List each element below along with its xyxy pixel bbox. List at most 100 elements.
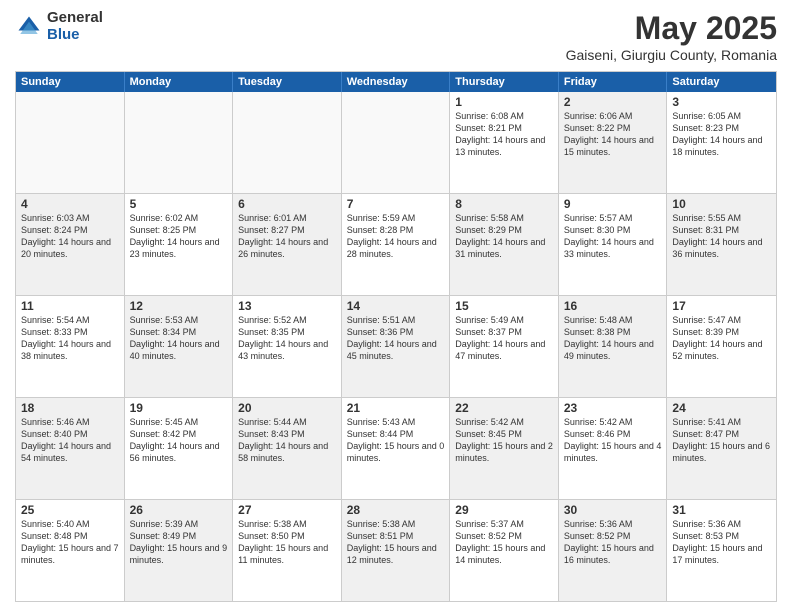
day-number: 26 <box>130 503 228 517</box>
cal-cell-empty-3 <box>342 92 451 193</box>
day-info: Sunrise: 6:08 AM Sunset: 8:21 PM Dayligh… <box>455 110 553 159</box>
cal-cell-28: 28Sunrise: 5:38 AM Sunset: 8:51 PM Dayli… <box>342 500 451 601</box>
day-number: 25 <box>21 503 119 517</box>
cal-cell-27: 27Sunrise: 5:38 AM Sunset: 8:50 PM Dayli… <box>233 500 342 601</box>
cal-cell-10: 10Sunrise: 5:55 AM Sunset: 8:31 PM Dayli… <box>667 194 776 295</box>
day-number: 28 <box>347 503 445 517</box>
cal-cell-19: 19Sunrise: 5:45 AM Sunset: 8:42 PM Dayli… <box>125 398 234 499</box>
week-row-2: 4Sunrise: 6:03 AM Sunset: 8:24 PM Daylig… <box>16 194 776 296</box>
day-number: 16 <box>564 299 662 313</box>
day-number: 10 <box>672 197 771 211</box>
day-info: Sunrise: 5:40 AM Sunset: 8:48 PM Dayligh… <box>21 518 119 567</box>
day-info: Sunrise: 5:42 AM Sunset: 8:46 PM Dayligh… <box>564 416 662 465</box>
cal-cell-15: 15Sunrise: 5:49 AM Sunset: 8:37 PM Dayli… <box>450 296 559 397</box>
cal-cell-30: 30Sunrise: 5:36 AM Sunset: 8:52 PM Dayli… <box>559 500 668 601</box>
cal-cell-13: 13Sunrise: 5:52 AM Sunset: 8:35 PM Dayli… <box>233 296 342 397</box>
cal-cell-23: 23Sunrise: 5:42 AM Sunset: 8:46 PM Dayli… <box>559 398 668 499</box>
day-info: Sunrise: 5:47 AM Sunset: 8:39 PM Dayligh… <box>672 314 771 363</box>
day-number: 14 <box>347 299 445 313</box>
cal-cell-17: 17Sunrise: 5:47 AM Sunset: 8:39 PM Dayli… <box>667 296 776 397</box>
header-day-tuesday: Tuesday <box>233 72 342 92</box>
day-number: 11 <box>21 299 119 313</box>
day-info: Sunrise: 5:53 AM Sunset: 8:34 PM Dayligh… <box>130 314 228 363</box>
logo-blue-text: Blue <box>47 27 103 44</box>
cal-cell-31: 31Sunrise: 5:36 AM Sunset: 8:53 PM Dayli… <box>667 500 776 601</box>
day-number: 4 <box>21 197 119 211</box>
week-row-4: 18Sunrise: 5:46 AM Sunset: 8:40 PM Dayli… <box>16 398 776 500</box>
day-info: Sunrise: 5:52 AM Sunset: 8:35 PM Dayligh… <box>238 314 336 363</box>
header-day-saturday: Saturday <box>667 72 776 92</box>
day-info: Sunrise: 5:42 AM Sunset: 8:45 PM Dayligh… <box>455 416 553 465</box>
logo-general-text: General <box>47 10 103 27</box>
cal-cell-21: 21Sunrise: 5:43 AM Sunset: 8:44 PM Dayli… <box>342 398 451 499</box>
cal-cell-22: 22Sunrise: 5:42 AM Sunset: 8:45 PM Dayli… <box>450 398 559 499</box>
logo-text: General Blue <box>47 10 103 43</box>
cal-cell-14: 14Sunrise: 5:51 AM Sunset: 8:36 PM Dayli… <box>342 296 451 397</box>
day-info: Sunrise: 5:37 AM Sunset: 8:52 PM Dayligh… <box>455 518 553 567</box>
day-info: Sunrise: 5:48 AM Sunset: 8:38 PM Dayligh… <box>564 314 662 363</box>
day-info: Sunrise: 6:03 AM Sunset: 8:24 PM Dayligh… <box>21 212 119 261</box>
cal-cell-7: 7Sunrise: 5:59 AM Sunset: 8:28 PM Daylig… <box>342 194 451 295</box>
day-number: 18 <box>21 401 119 415</box>
cal-cell-4: 4Sunrise: 6:03 AM Sunset: 8:24 PM Daylig… <box>16 194 125 295</box>
day-number: 9 <box>564 197 662 211</box>
day-info: Sunrise: 5:39 AM Sunset: 8:49 PM Dayligh… <box>130 518 228 567</box>
logo: General Blue <box>15 10 103 43</box>
day-number: 31 <box>672 503 771 517</box>
day-number: 5 <box>130 197 228 211</box>
cal-cell-29: 29Sunrise: 5:37 AM Sunset: 8:52 PM Dayli… <box>450 500 559 601</box>
header-day-monday: Monday <box>125 72 234 92</box>
cal-cell-6: 6Sunrise: 6:01 AM Sunset: 8:27 PM Daylig… <box>233 194 342 295</box>
day-number: 19 <box>130 401 228 415</box>
day-info: Sunrise: 5:49 AM Sunset: 8:37 PM Dayligh… <box>455 314 553 363</box>
day-info: Sunrise: 5:41 AM Sunset: 8:47 PM Dayligh… <box>672 416 771 465</box>
day-info: Sunrise: 5:55 AM Sunset: 8:31 PM Dayligh… <box>672 212 771 261</box>
day-info: Sunrise: 6:06 AM Sunset: 8:22 PM Dayligh… <box>564 110 662 159</box>
cal-cell-empty-0 <box>16 92 125 193</box>
cal-cell-empty-2 <box>233 92 342 193</box>
day-number: 13 <box>238 299 336 313</box>
cal-cell-8: 8Sunrise: 5:58 AM Sunset: 8:29 PM Daylig… <box>450 194 559 295</box>
day-number: 3 <box>672 95 771 109</box>
logo-icon <box>15 13 43 41</box>
cal-cell-12: 12Sunrise: 5:53 AM Sunset: 8:34 PM Dayli… <box>125 296 234 397</box>
day-info: Sunrise: 6:02 AM Sunset: 8:25 PM Dayligh… <box>130 212 228 261</box>
day-info: Sunrise: 5:58 AM Sunset: 8:29 PM Dayligh… <box>455 212 553 261</box>
cal-cell-2: 2Sunrise: 6:06 AM Sunset: 8:22 PM Daylig… <box>559 92 668 193</box>
cal-cell-5: 5Sunrise: 6:02 AM Sunset: 8:25 PM Daylig… <box>125 194 234 295</box>
header: General Blue May 2025 Gaiseni, Giurgiu C… <box>15 10 777 63</box>
cal-cell-20: 20Sunrise: 5:44 AM Sunset: 8:43 PM Dayli… <box>233 398 342 499</box>
day-number: 27 <box>238 503 336 517</box>
cal-cell-1: 1Sunrise: 6:08 AM Sunset: 8:21 PM Daylig… <box>450 92 559 193</box>
header-day-wednesday: Wednesday <box>342 72 451 92</box>
main-title: May 2025 <box>566 10 777 47</box>
cal-cell-18: 18Sunrise: 5:46 AM Sunset: 8:40 PM Dayli… <box>16 398 125 499</box>
cal-cell-11: 11Sunrise: 5:54 AM Sunset: 8:33 PM Dayli… <box>16 296 125 397</box>
day-info: Sunrise: 5:36 AM Sunset: 8:52 PM Dayligh… <box>564 518 662 567</box>
day-info: Sunrise: 5:45 AM Sunset: 8:42 PM Dayligh… <box>130 416 228 465</box>
day-number: 17 <box>672 299 771 313</box>
day-number: 12 <box>130 299 228 313</box>
day-info: Sunrise: 5:54 AM Sunset: 8:33 PM Dayligh… <box>21 314 119 363</box>
day-info: Sunrise: 6:05 AM Sunset: 8:23 PM Dayligh… <box>672 110 771 159</box>
week-row-5: 25Sunrise: 5:40 AM Sunset: 8:48 PM Dayli… <box>16 500 776 601</box>
day-number: 24 <box>672 401 771 415</box>
cal-cell-3: 3Sunrise: 6:05 AM Sunset: 8:23 PM Daylig… <box>667 92 776 193</box>
subtitle: Gaiseni, Giurgiu County, Romania <box>566 47 777 63</box>
day-info: Sunrise: 6:01 AM Sunset: 8:27 PM Dayligh… <box>238 212 336 261</box>
day-number: 29 <box>455 503 553 517</box>
title-section: May 2025 Gaiseni, Giurgiu County, Romani… <box>566 10 777 63</box>
day-number: 23 <box>564 401 662 415</box>
day-info: Sunrise: 5:44 AM Sunset: 8:43 PM Dayligh… <box>238 416 336 465</box>
cal-cell-9: 9Sunrise: 5:57 AM Sunset: 8:30 PM Daylig… <box>559 194 668 295</box>
day-info: Sunrise: 5:57 AM Sunset: 8:30 PM Dayligh… <box>564 212 662 261</box>
day-number: 7 <box>347 197 445 211</box>
calendar-body: 1Sunrise: 6:08 AM Sunset: 8:21 PM Daylig… <box>16 92 776 601</box>
week-row-1: 1Sunrise: 6:08 AM Sunset: 8:21 PM Daylig… <box>16 92 776 194</box>
day-number: 8 <box>455 197 553 211</box>
day-info: Sunrise: 5:51 AM Sunset: 8:36 PM Dayligh… <box>347 314 445 363</box>
day-number: 15 <box>455 299 553 313</box>
day-number: 20 <box>238 401 336 415</box>
day-number: 2 <box>564 95 662 109</box>
calendar: SundayMondayTuesdayWednesdayThursdayFrid… <box>15 71 777 602</box>
